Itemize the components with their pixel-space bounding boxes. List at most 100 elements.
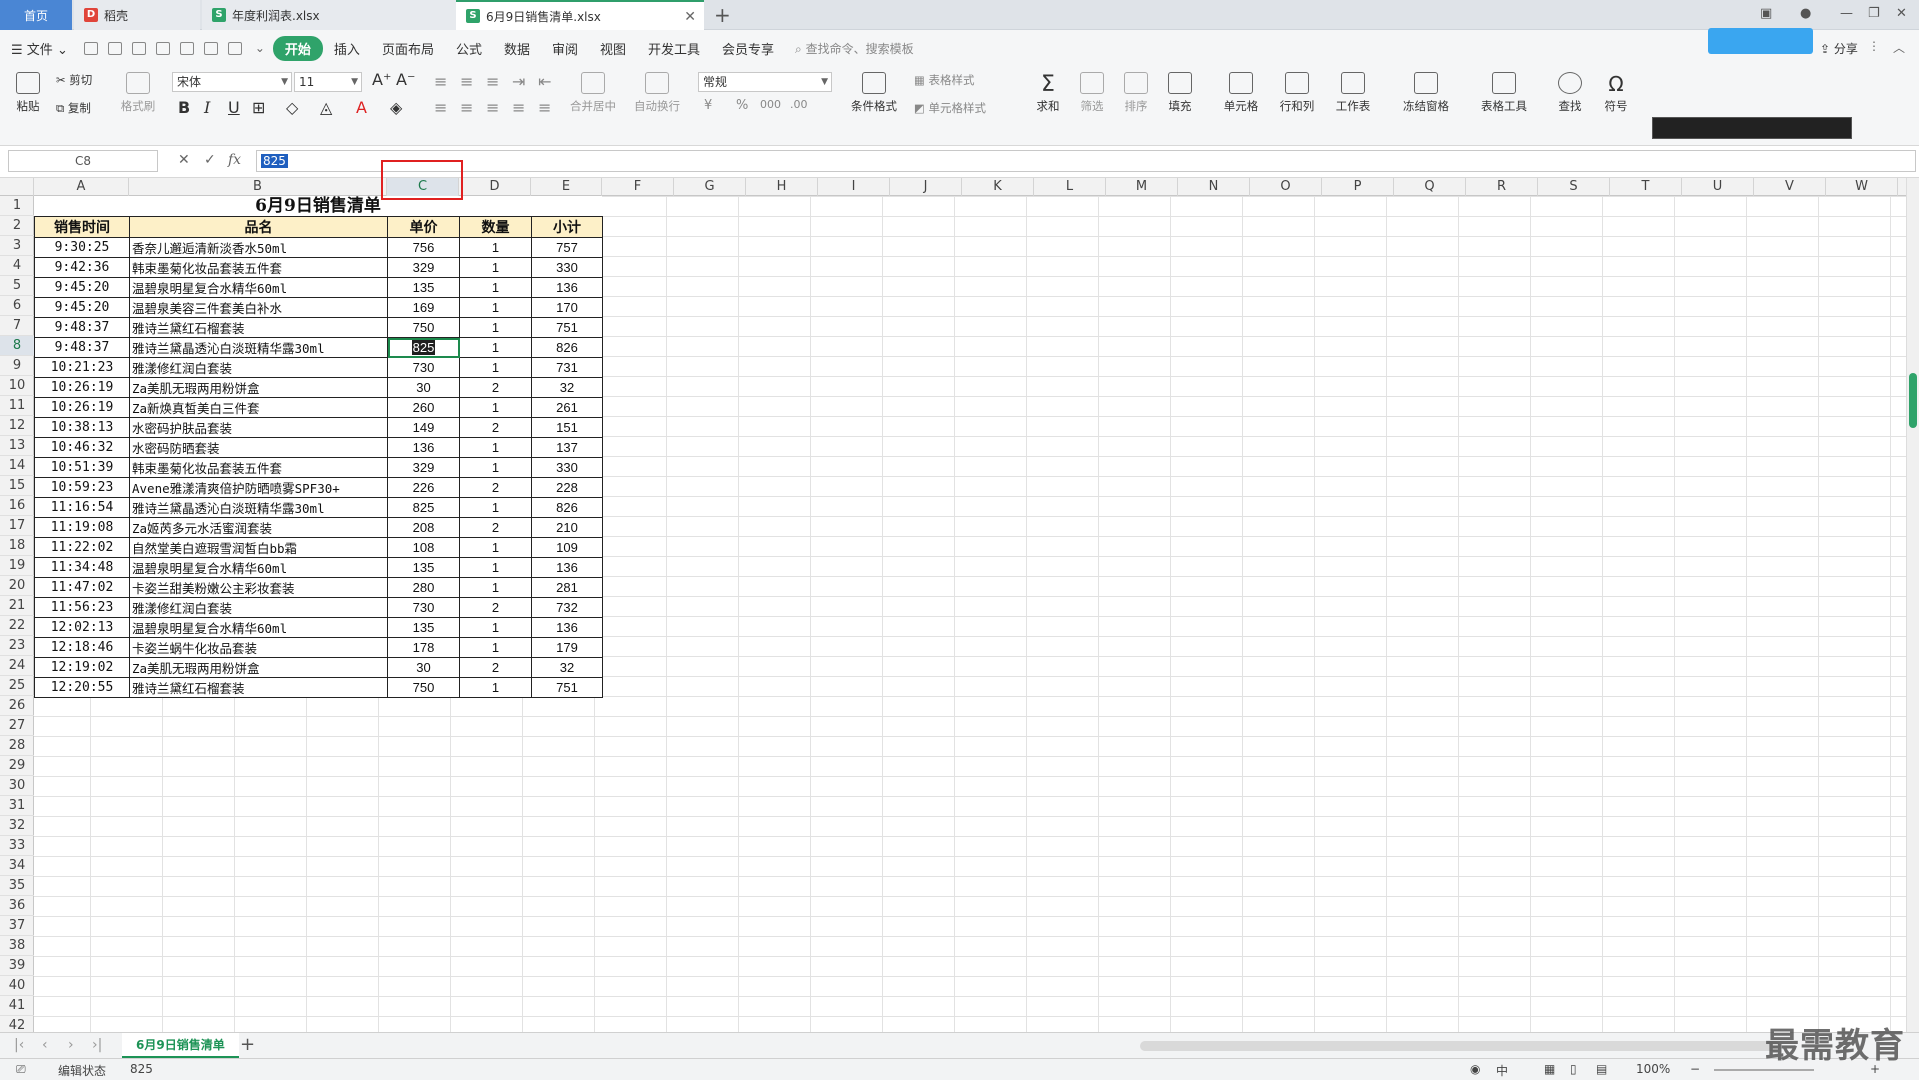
table-cell[interactable]: 1 xyxy=(459,357,532,378)
table-cell[interactable]: 730 xyxy=(387,597,460,618)
table-cell[interactable]: 329 xyxy=(387,257,460,278)
next-sheet-icon[interactable]: › xyxy=(68,1037,74,1053)
table-cell[interactable]: 2 xyxy=(459,597,532,618)
table-cell[interactable]: 136 xyxy=(531,617,603,638)
table-cell[interactable]: 卡姿兰蜗牛化妆品套装 xyxy=(129,637,388,658)
table-cell[interactable]: 9:48:37 xyxy=(34,337,130,358)
table-cell[interactable]: 12:19:02 xyxy=(34,657,130,678)
percent-icon[interactable]: % xyxy=(736,98,748,113)
table-cell[interactable]: 11:34:48 xyxy=(34,557,130,578)
table-cell[interactable]: 1 xyxy=(459,637,532,658)
table-cell[interactable]: 10:21:23 xyxy=(34,357,130,378)
tab-daoke[interactable]: D 稻壳 xyxy=(74,0,200,30)
align-left-icon[interactable]: ≡ xyxy=(434,98,447,117)
add-sheet-button[interactable]: + xyxy=(240,1034,255,1055)
column-title[interactable]: 销售时间 xyxy=(34,216,130,238)
row-header[interactable]: 29 xyxy=(0,756,34,776)
table-cell[interactable]: 1 xyxy=(459,257,532,278)
undo-icon[interactable] xyxy=(203,41,218,55)
column-header-e[interactable]: E xyxy=(531,178,602,196)
menu-home[interactable]: 开始 xyxy=(272,35,323,61)
row-header[interactable]: 42 xyxy=(0,1016,34,1032)
row-header[interactable]: 31 xyxy=(0,796,34,816)
first-sheet-icon[interactable]: |‹ xyxy=(14,1037,24,1053)
table-cell[interactable]: Avene雅漾清爽倍护防晒喷雾SPF30+ xyxy=(129,477,388,498)
table-cell[interactable]: 170 xyxy=(531,297,603,318)
zoom-out-icon[interactable]: − xyxy=(1690,1062,1700,1076)
cell-area[interactable]: 6月9日销售清单 销售时间 品名 单价 数量 小计 9:30:25 香奈儿邂逅清新淡香水5… xyxy=(34,196,1919,1032)
tab-home[interactable]: 首页 xyxy=(0,0,72,30)
table-cell[interactable]: 208 xyxy=(387,517,460,538)
ime-status[interactable]: 中 xyxy=(1496,1062,1508,1079)
bucket-icon[interactable]: ◬ xyxy=(320,98,332,117)
table-cell[interactable]: 温碧泉明星复合水精华60ml xyxy=(129,557,388,578)
conditional-format-button[interactable]: 条件格式 xyxy=(846,72,902,114)
minimize-icon[interactable]: — xyxy=(1840,6,1853,21)
column-header-o[interactable]: O xyxy=(1250,178,1322,196)
menu-member[interactable]: 会员专享 xyxy=(711,39,785,58)
row-header[interactable]: 27 xyxy=(0,716,34,736)
table-cell[interactable]: 137 xyxy=(531,437,603,458)
row-header[interactable]: 33 xyxy=(0,836,34,856)
table-cell[interactable]: 261 xyxy=(531,397,603,418)
cloud-sync-button[interactable] xyxy=(1708,28,1813,54)
table-cell[interactable]: 温碧泉美容三件套美白补水 xyxy=(129,297,388,318)
column-header-h[interactable]: H xyxy=(746,178,818,196)
row-header[interactable]: 8 xyxy=(0,336,34,356)
column-title[interactable]: 数量 xyxy=(459,216,532,238)
table-cell[interactable]: 10:26:19 xyxy=(34,377,130,398)
table-cell[interactable]: 1 xyxy=(459,497,532,518)
column-header-n[interactable]: N xyxy=(1178,178,1250,196)
table-cell[interactable]: 水密码防晒套装 xyxy=(129,437,388,458)
increase-font-icon[interactable]: A⁺ xyxy=(372,70,391,89)
eye-icon[interactable]: ◉ xyxy=(1470,1062,1480,1076)
preview-icon[interactable] xyxy=(179,41,194,55)
column-header-t[interactable]: T xyxy=(1610,178,1682,196)
normal-view-icon[interactable]: ▦ xyxy=(1544,1062,1555,1076)
justify-icon[interactable]: ≡ xyxy=(512,98,525,117)
row-header[interactable]: 38 xyxy=(0,936,34,956)
table-tools-button[interactable]: 表格工具 xyxy=(1474,72,1534,114)
table-cell[interactable]: 826 xyxy=(531,497,603,518)
row-header[interactable]: 39 xyxy=(0,956,34,976)
table-cell[interactable]: 1 xyxy=(459,297,532,318)
merge-center-button[interactable]: 合并居中 xyxy=(562,72,624,114)
column-header-p[interactable]: P xyxy=(1322,178,1394,196)
column-header-d[interactable]: D xyxy=(459,178,531,196)
table-cell[interactable]: 136 xyxy=(387,437,460,458)
row-header[interactable]: 23 xyxy=(0,636,34,656)
table-cell[interactable]: Za新焕真皙美白三件套 xyxy=(129,397,388,418)
table-cell[interactable]: Za美肌无瑕两用粉饼盒 xyxy=(129,657,388,678)
table-cell[interactable]: 温碧泉明星复合水精华60ml xyxy=(129,617,388,638)
row-header[interactable]: 14 xyxy=(0,456,34,476)
distribute-icon[interactable]: ≡ xyxy=(538,98,551,117)
table-cell[interactable]: 雅诗兰黛红石榴套装 xyxy=(129,677,388,698)
table-cell[interactable]: 30 xyxy=(387,377,460,398)
table-cell[interactable]: 9:42:36 xyxy=(34,257,130,278)
ime-toolbar[interactable] xyxy=(1652,117,1852,139)
select-all-corner[interactable] xyxy=(0,178,34,196)
column-header-w[interactable]: W xyxy=(1826,178,1898,196)
column-header-k[interactable]: K xyxy=(962,178,1034,196)
align-right-icon[interactable]: ≡ xyxy=(486,98,499,117)
row-header[interactable]: 16 xyxy=(0,496,34,516)
row-header[interactable]: 7 xyxy=(0,316,34,336)
table-cell[interactable]: 750 xyxy=(387,317,460,338)
page-view-icon[interactable]: ▯ xyxy=(1570,1062,1577,1076)
align-center-icon[interactable]: ≡ xyxy=(460,98,473,117)
thousands-icon[interactable]: 000 xyxy=(760,98,781,111)
sum-button[interactable]: Σ 求和 xyxy=(1028,72,1068,114)
print-icon[interactable] xyxy=(155,41,170,55)
table-cell[interactable]: 135 xyxy=(387,617,460,638)
table-cell[interactable]: 260 xyxy=(387,397,460,418)
table-cell[interactable]: 149 xyxy=(387,417,460,438)
column-title[interactable]: 品名 xyxy=(129,216,388,238)
cut-button[interactable]: ✂ 剪切 xyxy=(56,72,92,88)
bold-button[interactable]: B xyxy=(178,98,190,117)
table-cell[interactable]: 韩束墨菊化妆品套装五件套 xyxy=(129,257,388,278)
font-name-select[interactable]: 宋体 ▼ xyxy=(172,72,292,92)
table-cell[interactable]: 10:38:13 xyxy=(34,417,130,438)
row-header[interactable]: 22 xyxy=(0,616,34,636)
table-cell[interactable]: 281 xyxy=(531,577,603,598)
fill-color-icon[interactable]: ◇ xyxy=(286,98,298,117)
